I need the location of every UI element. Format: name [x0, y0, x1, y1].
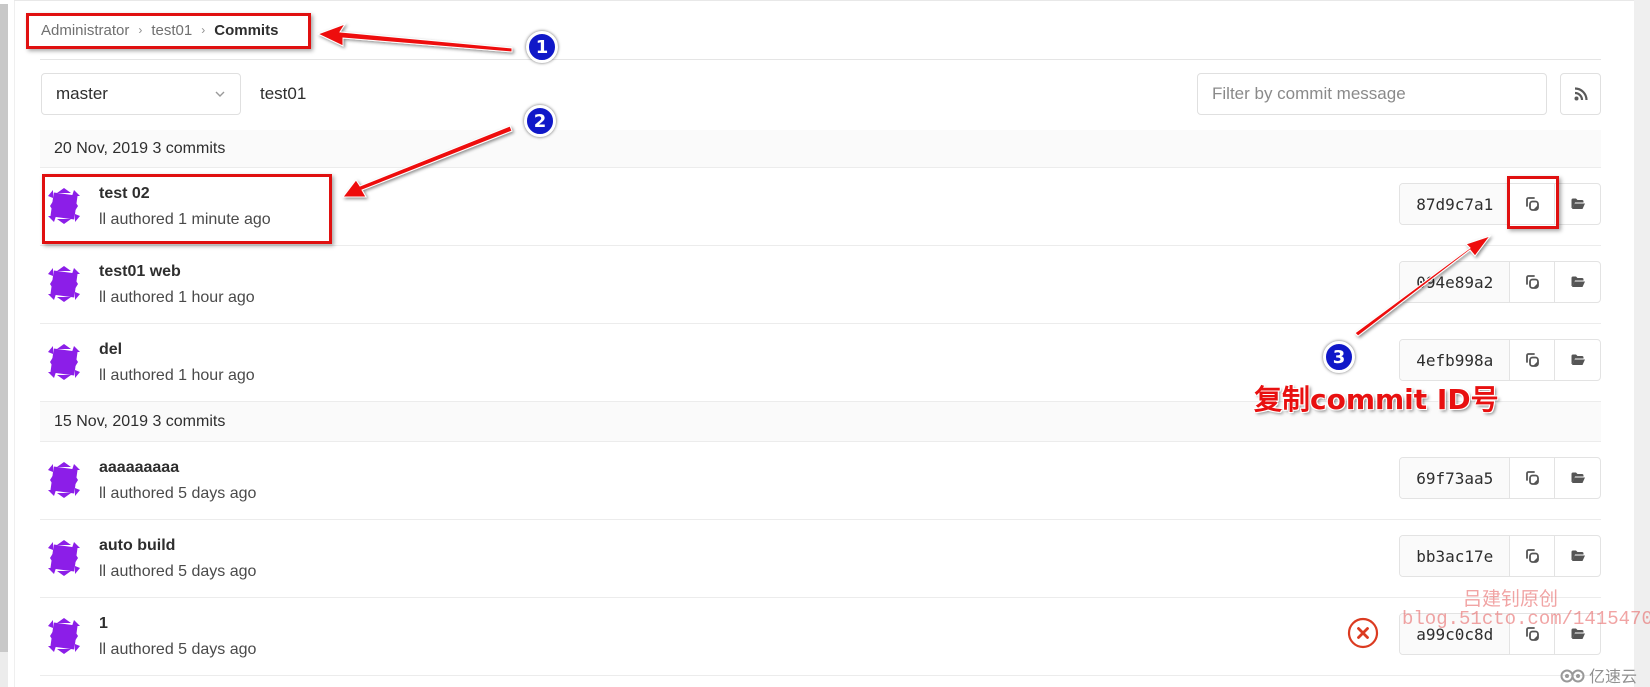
commit-sha-group: 094e89a2	[1399, 261, 1601, 303]
commit-sha-group: bb3ac17e	[1399, 535, 1601, 577]
author-avatar[interactable]	[42, 536, 86, 580]
annotation-box-breadcrumb	[26, 13, 311, 49]
page-edge	[14, 0, 15, 687]
browse-files-button[interactable]	[1555, 340, 1600, 380]
branch-select[interactable]: master	[41, 73, 241, 115]
rss-feed-button[interactable]	[1560, 73, 1601, 115]
brand-logo: 亿速云	[1560, 663, 1637, 687]
copy-icon	[1526, 549, 1540, 563]
browse-files-button[interactable]	[1555, 536, 1600, 576]
copy-sha-button[interactable]	[1510, 262, 1556, 302]
commit-sha-group: 4efb998a	[1399, 339, 1601, 381]
status-failed-icon[interactable]	[1347, 617, 1379, 649]
annotation-marker-1: 1	[526, 31, 558, 63]
left-scrollbar[interactable]	[0, 4, 8, 652]
annotation-box-commit	[42, 174, 332, 244]
chevron-down-icon	[215, 91, 225, 97]
date-group-header: 20 Nov, 2019 3 commits	[40, 130, 1601, 168]
commit-title-link[interactable]: del	[99, 341, 122, 359]
commit-title-link[interactable]: aaaaaaaaa	[99, 459, 179, 477]
top-border	[14, 0, 1634, 1]
rss-icon	[1574, 87, 1588, 101]
commit-row: aaaaaaaaa ll authored 5 days ago 69f73aa…	[40, 442, 1601, 520]
author-avatar[interactable]	[42, 262, 86, 306]
commit-sha-link[interactable]: 87d9c7a1	[1400, 184, 1511, 224]
folder-open-icon	[1571, 550, 1585, 561]
commit-sha-group: 87d9c7a1	[1399, 183, 1601, 225]
right-gutter	[1634, 0, 1650, 687]
branch-select-value: master	[56, 84, 108, 103]
annotation-marker-2: 2	[524, 105, 556, 137]
commit-title-link[interactable]: test01 web	[99, 263, 181, 281]
commit-author-meta: ll authored 5 days ago	[99, 563, 257, 580]
folder-open-icon	[1571, 354, 1585, 365]
watermark-author: 吕建钊原创	[1463, 588, 1559, 610]
project-path-label: test01	[260, 84, 307, 103]
folder-open-icon	[1571, 276, 1585, 287]
commit-author-meta: ll authored 1 hour ago	[99, 367, 255, 384]
commit-author-meta: ll authored 5 days ago	[99, 485, 257, 502]
commit-row: test01 web ll authored 1 hour ago 094e89…	[40, 246, 1601, 324]
annotation-caption: 复制commit ID号	[1254, 383, 1499, 416]
author-avatar[interactable]	[42, 340, 86, 384]
commit-title-link[interactable]: auto build	[99, 537, 175, 555]
commit-row: 1 ll authored 5 days ago a99c0c8d	[40, 598, 1601, 676]
arrow-step1	[316, 23, 513, 53]
commit-sha-link[interactable]: 094e89a2	[1400, 262, 1511, 302]
annotation-marker-3: 3	[1323, 341, 1355, 373]
copy-sha-button[interactable]	[1510, 536, 1556, 576]
commit-sha-link[interactable]: bb3ac17e	[1400, 536, 1511, 576]
folder-open-icon	[1571, 472, 1585, 483]
browse-files-button[interactable]	[1555, 262, 1600, 302]
copy-sha-button[interactable]	[1510, 458, 1556, 498]
annotation-box-copy	[1507, 176, 1559, 229]
commit-title-link[interactable]: 1	[99, 615, 108, 633]
date-group-label: 15 Nov, 2019 3 commits	[54, 412, 226, 430]
copy-icon	[1526, 471, 1540, 485]
copy-sha-button[interactable]	[1510, 340, 1556, 380]
filter-commit-input[interactable]	[1197, 73, 1547, 115]
folder-open-icon	[1571, 198, 1585, 209]
commit-row: auto build ll authored 5 days ago bb3ac1…	[40, 520, 1601, 598]
author-avatar[interactable]	[42, 614, 86, 658]
commit-author-meta: ll authored 5 days ago	[99, 641, 257, 658]
copy-icon	[1526, 353, 1540, 367]
date-group-label: 20 Nov, 2019 3 commits	[54, 139, 226, 157]
left-scrollbar-track	[0, 652, 8, 687]
watermark-url: blog.51cto.com/14154700	[1402, 608, 1650, 630]
divider	[40, 59, 1601, 60]
browse-files-button[interactable]	[1555, 184, 1600, 224]
commit-sha-link[interactable]: 4efb998a	[1400, 340, 1511, 380]
commit-sha-group: 69f73aa5	[1399, 457, 1601, 499]
brand-name: 亿速云	[1589, 669, 1638, 686]
commit-author-meta: ll authored 1 hour ago	[99, 289, 255, 306]
copy-icon	[1526, 275, 1540, 289]
author-avatar[interactable]	[42, 458, 86, 502]
browse-files-button[interactable]	[1555, 458, 1600, 498]
commit-sha-link[interactable]: 69f73aa5	[1400, 458, 1511, 498]
cloud-logo-icon	[1560, 669, 1585, 683]
